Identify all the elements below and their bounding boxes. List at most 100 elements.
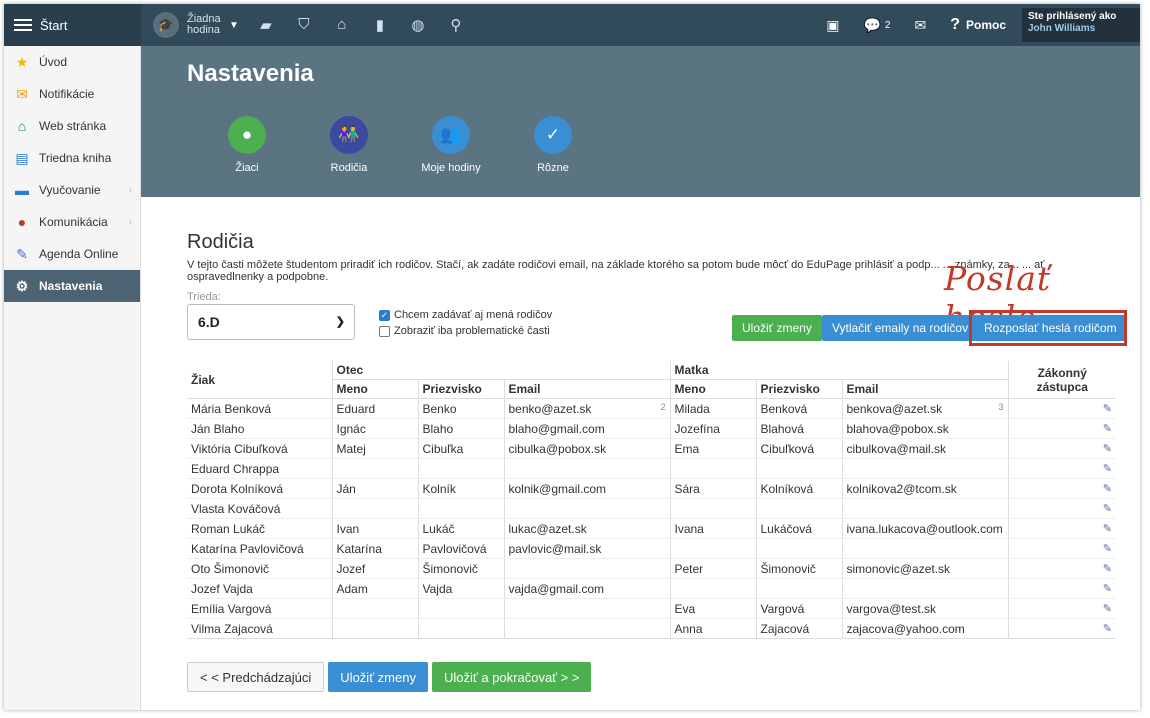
father-last-input[interactable] <box>417 498 505 519</box>
father-email-input[interactable] <box>503 558 671 579</box>
sidebar-item-nastavenia[interactable]: ⚙ Nastavenia <box>4 270 140 302</box>
tab-rozne[interactable]: ✓ Rôzne <box>502 116 604 174</box>
edit-guardian-button[interactable]: ✎ <box>1007 478 1116 499</box>
mother-first-input[interactable]: Ivana <box>669 518 757 539</box>
edit-guardian-button[interactable]: ✎ <box>1007 438 1116 459</box>
save-button[interactable]: Uložiť zmeny <box>732 315 822 341</box>
sidebar-item-vyucovanie[interactable]: ▬ Vyučovanie › <box>4 174 140 206</box>
father-last-input[interactable]: Šimonovič <box>417 558 505 579</box>
mother-first-input[interactable]: Ema <box>669 438 757 459</box>
edit-guardian-button[interactable]: ✎ <box>1007 618 1116 639</box>
father-email-input[interactable]: kolnik@gmail.com <box>503 478 671 499</box>
edit-guardian-button[interactable]: ✎ <box>1007 418 1116 439</box>
messages-button[interactable]: 💬 2 <box>863 17 890 34</box>
save-bottom-button[interactable]: Uložiť zmeny <box>328 662 428 692</box>
father-last-input[interactable]: Blaho <box>417 418 505 439</box>
mother-last-input[interactable]: Kolníková <box>755 478 843 499</box>
walker-icon[interactable]: ⚲ <box>447 16 465 34</box>
mother-email-input[interactable]: blahova@pobox.sk <box>841 418 1009 439</box>
briefcase-icon[interactable]: ▰ <box>257 16 275 34</box>
mother-last-input[interactable] <box>755 578 843 599</box>
bank-icon[interactable]: ⌂ <box>333 16 351 34</box>
sidebar-item-komunikacia[interactable]: ● Komunikácia › <box>4 206 140 238</box>
father-last-input[interactable]: Lukáč <box>417 518 505 539</box>
sidebar-item-agenda[interactable]: ✎ Agenda Online <box>4 238 140 270</box>
mother-last-input[interactable]: Lukáčová <box>755 518 843 539</box>
father-email-input[interactable]: lukac@azet.sk <box>503 518 671 539</box>
mother-last-input[interactable] <box>755 498 843 519</box>
sidebar-item-uvod[interactable]: ★ Úvod <box>4 46 140 78</box>
mother-last-input[interactable] <box>755 538 843 559</box>
mother-last-input[interactable]: Vargová <box>755 598 843 619</box>
father-last-input[interactable]: Pavlovičová <box>417 538 505 559</box>
shield-icon[interactable]: ⛉ <box>295 16 313 34</box>
father-email-input[interactable] <box>503 598 671 619</box>
mother-email-input[interactable]: simonovic@azet.sk <box>841 558 1009 579</box>
mother-email-input[interactable]: vargova@test.sk <box>841 598 1009 619</box>
mother-first-input[interactable]: Jozefína <box>669 418 757 439</box>
father-email-input[interactable]: vajda@gmail.com <box>503 578 671 599</box>
mother-last-input[interactable]: Blahová <box>755 418 843 439</box>
edit-guardian-button[interactable]: ✎ <box>1007 578 1116 599</box>
tab-moje-hodiny[interactable]: 👥 Moje hodiny <box>400 116 502 174</box>
print-emails-button[interactable]: Vytlačiť emaily na rodičov <box>822 315 979 341</box>
mother-first-input[interactable]: Anna <box>669 618 757 639</box>
checkbox-parent-names[interactable]: ✓ Chcem zadávať aj mená rodičov <box>379 309 552 321</box>
previous-button[interactable]: < < Predchádzajúci <box>187 662 325 692</box>
chart-icon[interactable]: ▮ <box>371 16 389 34</box>
father-last-input[interactable]: Benko <box>417 398 505 419</box>
mother-email-input[interactable] <box>841 498 1009 519</box>
start-menu-button[interactable]: Štart <box>4 4 141 46</box>
father-email-input[interactable] <box>503 458 671 479</box>
father-first-input[interactable] <box>331 618 419 639</box>
father-email-input[interactable]: benko@azet.sk 2 <box>503 398 671 419</box>
mother-first-input[interactable]: Sára <box>669 478 757 499</box>
father-email-input[interactable]: blaho@gmail.com <box>503 418 671 439</box>
class-select[interactable]: 6.D ❯ <box>187 304 355 340</box>
mail-icon[interactable]: ✉ <box>914 17 926 34</box>
father-first-input[interactable]: Ján <box>331 478 419 499</box>
father-last-input[interactable] <box>417 618 505 639</box>
mother-last-input[interactable]: Benková <box>755 398 843 419</box>
lesson-selector[interactable]: 🎓 Žiadna hodina ▼ <box>153 12 239 38</box>
mother-last-input[interactable]: Cibuľková <box>755 438 843 459</box>
father-first-input[interactable] <box>331 598 419 619</box>
mother-first-input[interactable] <box>669 458 757 479</box>
mother-first-input[interactable] <box>669 538 757 559</box>
sidebar-item-web[interactable]: ⌂ Web stránka <box>4 110 140 142</box>
father-last-input[interactable] <box>417 598 505 619</box>
sidebar-item-notifikacie[interactable]: ✉ Notifikácie <box>4 78 140 110</box>
user-box[interactable]: Ste prihlásený ako John Williams <box>1022 8 1140 42</box>
father-email-input[interactable] <box>503 618 671 639</box>
father-last-input[interactable]: Kolník <box>417 478 505 499</box>
mother-email-input[interactable]: cibulkova@mail.sk <box>841 438 1009 459</box>
tab-rodicia[interactable]: 👫 Rodičia <box>298 116 400 174</box>
edit-guardian-button[interactable]: ✎ <box>1007 518 1116 539</box>
mother-first-input[interactable]: Milada <box>669 398 757 419</box>
mother-first-input[interactable]: Eva <box>669 598 757 619</box>
mother-email-input[interactable]: zajacova@yahoo.com <box>841 618 1009 639</box>
edit-guardian-button[interactable]: ✎ <box>1007 538 1116 559</box>
mother-last-input[interactable] <box>755 458 843 479</box>
mother-email-input[interactable]: benkova@azet.sk 3 <box>841 398 1009 419</box>
screen-icon[interactable]: ▣ <box>826 17 839 34</box>
checkbox-problematic[interactable]: Zobraziť iba problematické časti <box>379 325 550 337</box>
mother-email-input[interactable] <box>841 538 1009 559</box>
father-first-input[interactable]: Ignác <box>331 418 419 439</box>
edit-guardian-button[interactable]: ✎ <box>1007 498 1116 519</box>
father-email-input[interactable]: cibulka@pobox.sk <box>503 438 671 459</box>
edit-guardian-button[interactable]: ✎ <box>1007 598 1116 619</box>
edit-guardian-button[interactable]: ✎ <box>1007 558 1116 579</box>
save-continue-button[interactable]: Uložiť a pokračovať > > <box>431 662 592 692</box>
father-first-input[interactable] <box>331 498 419 519</box>
mother-last-input[interactable]: Šimonovič <box>755 558 843 579</box>
edit-guardian-button[interactable]: ✎ <box>1007 458 1116 479</box>
father-first-input[interactable] <box>331 458 419 479</box>
edit-guardian-button[interactable]: ✎ <box>1007 398 1116 419</box>
tab-ziaci[interactable]: ● Žiaci <box>196 116 298 174</box>
gauge-icon[interactable]: ◍ <box>409 16 427 34</box>
father-first-input[interactable]: Ivan <box>331 518 419 539</box>
father-email-input[interactable] <box>503 498 671 519</box>
mother-first-input[interactable]: Peter <box>669 558 757 579</box>
mother-email-input[interactable] <box>841 458 1009 479</box>
